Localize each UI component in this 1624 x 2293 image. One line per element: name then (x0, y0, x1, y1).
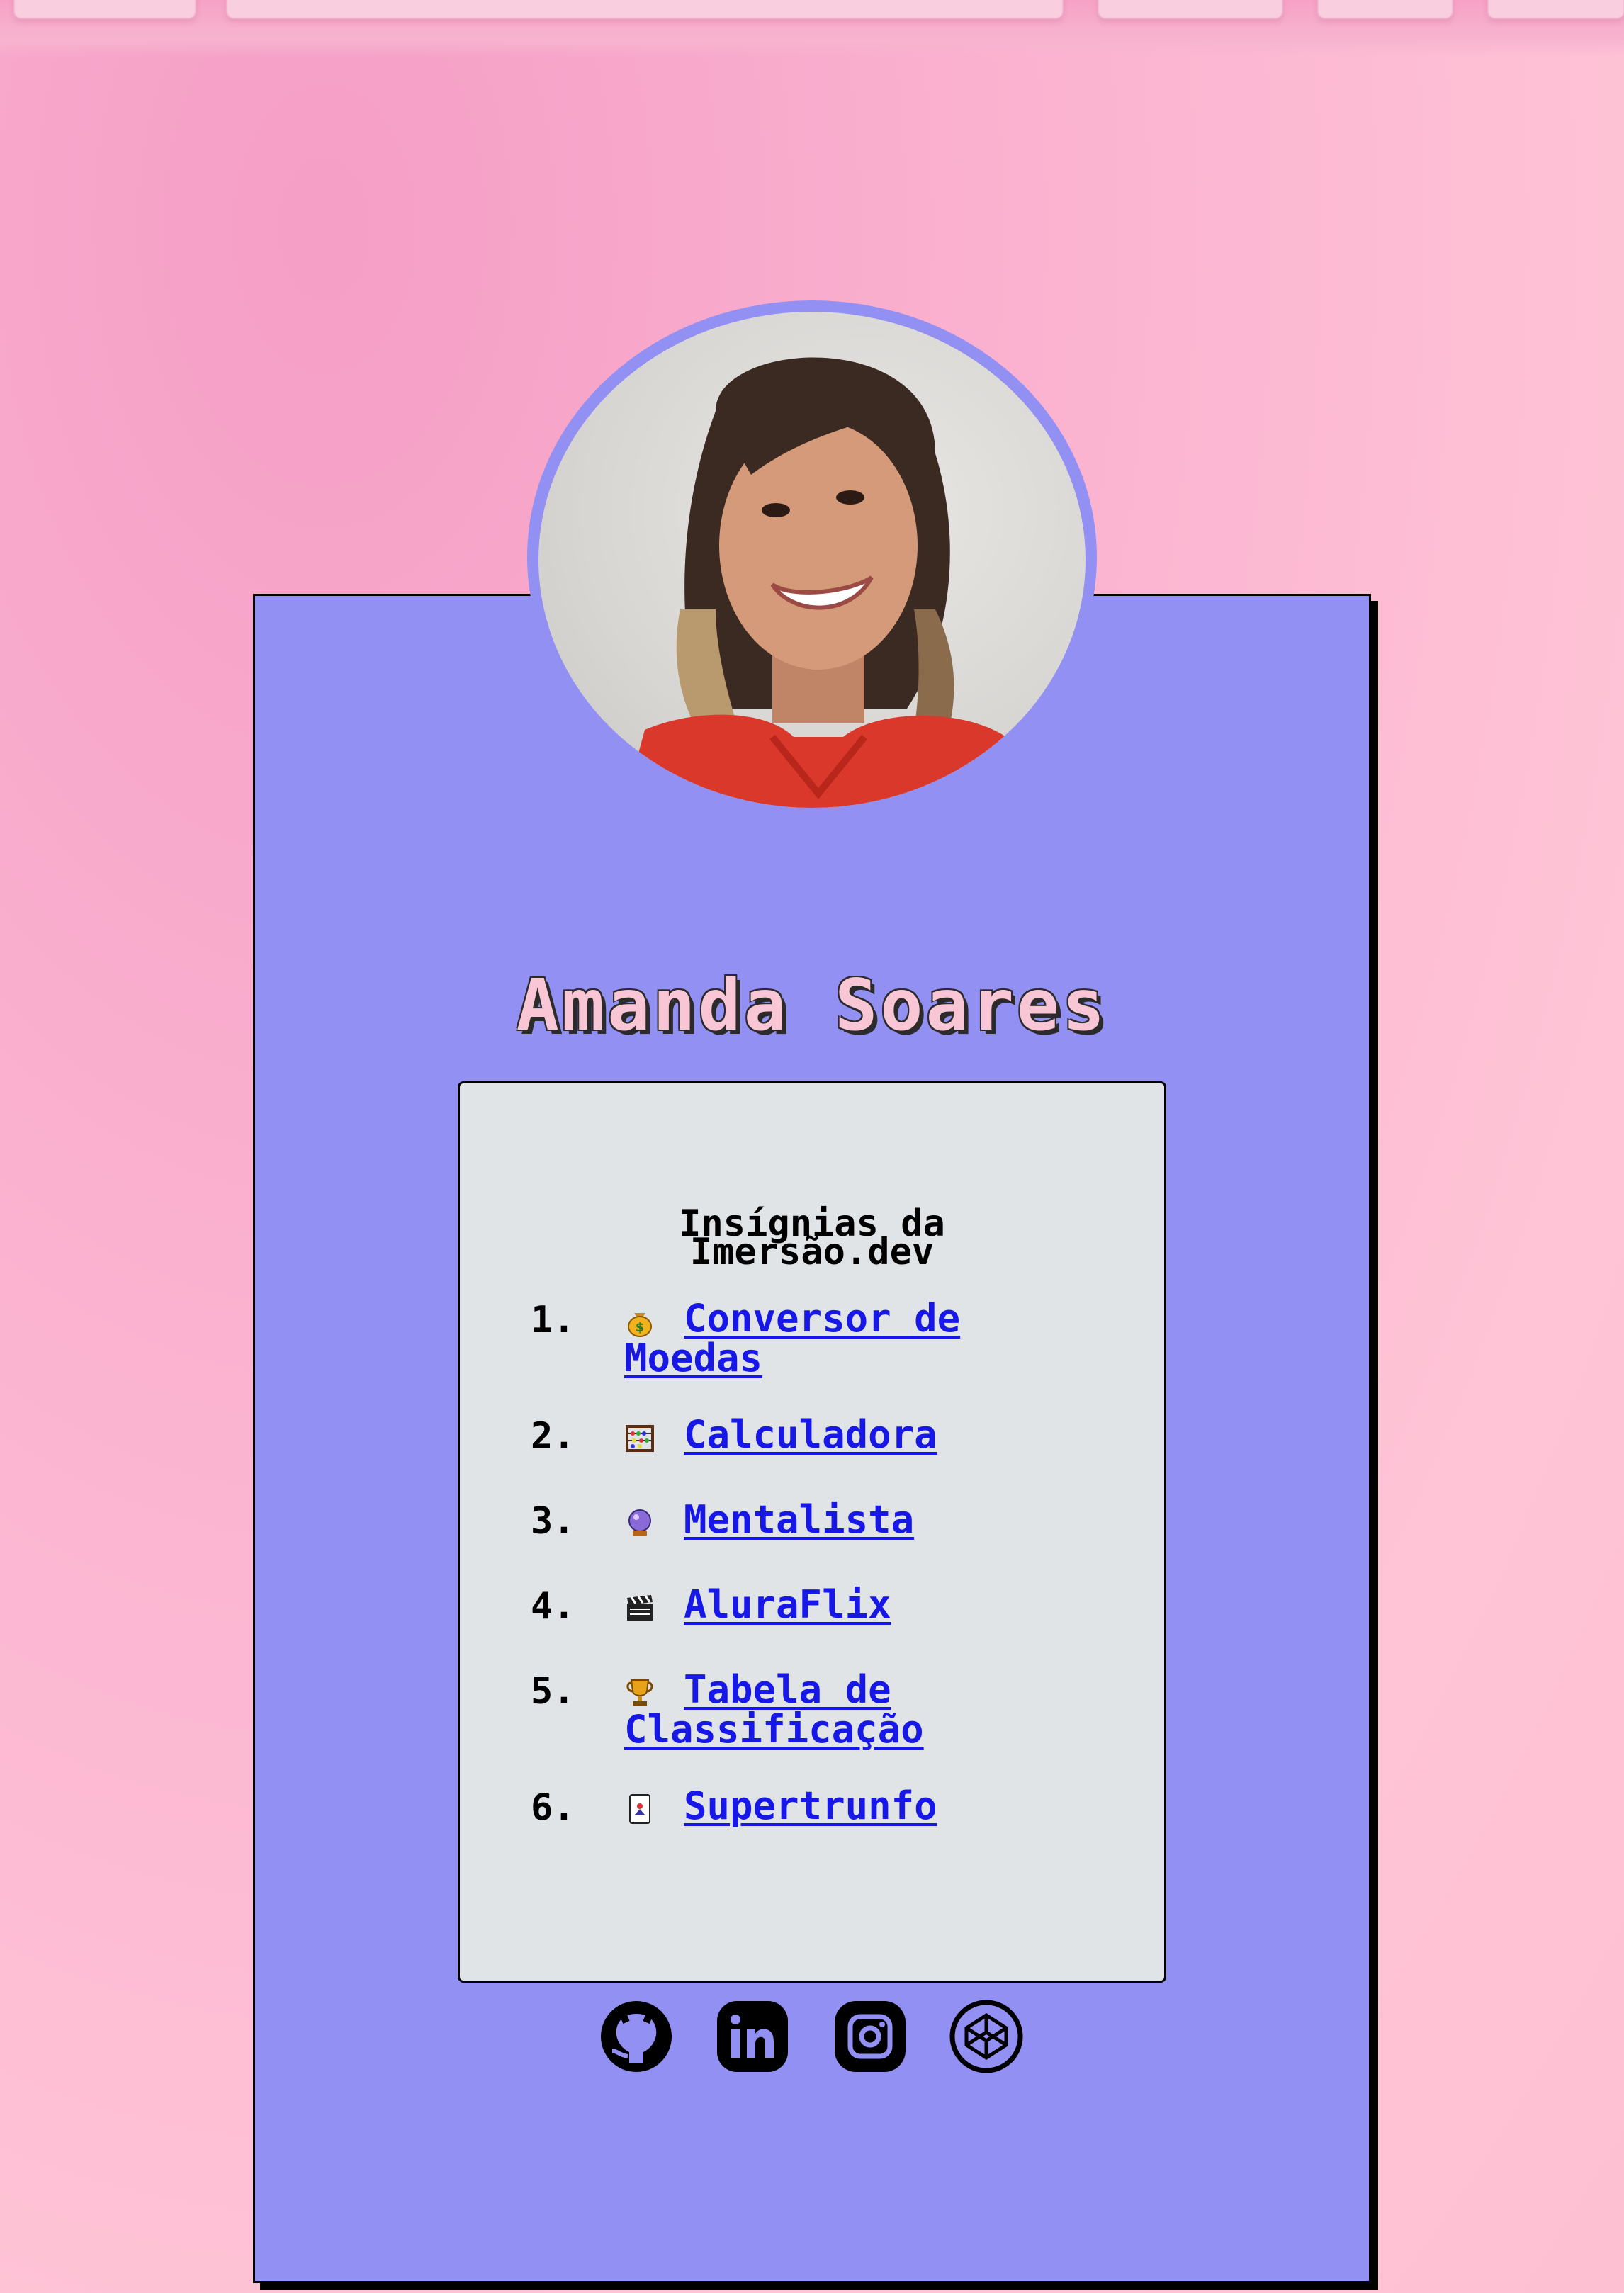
list-number: 2. (531, 1415, 575, 1458)
badge-link-tabela-classificacao[interactable]: Tabela de Classificação (624, 1670, 1064, 1750)
badge-link-aluraflix[interactable]: AluraFlix (624, 1585, 1064, 1625)
list-number: 5. (531, 1670, 575, 1713)
background-tab (1318, 0, 1453, 18)
background-tab (227, 0, 1063, 18)
playing-card-icon (629, 1794, 650, 1824)
profile-photo (624, 357, 1027, 808)
abacus-icon (626, 1425, 654, 1452)
badges-list: 1. $ Conversor de Moedas 2. Calculadora … (460, 1083, 1164, 1981)
badge-label: Conversor de Moedas (624, 1296, 961, 1380)
list-number: 3. (531, 1500, 575, 1543)
instagram-link[interactable] (832, 1998, 908, 2075)
badges-panel: Insígnias da Imersão.dev 1. $ Conversor … (458, 1081, 1166, 1983)
list-number: 4. (531, 1585, 575, 1628)
codepen-icon (949, 2000, 1023, 2073)
linkedin-icon (717, 2001, 788, 2072)
social-links (0, 1998, 1624, 2083)
instagram-icon (835, 2001, 906, 2072)
trophy-icon (626, 1679, 653, 1706)
badge-label: Supertrunfo (684, 1784, 937, 1828)
money-bag-icon: $ (628, 1313, 652, 1337)
avatar (538, 312, 1086, 808)
badge-link-calculadora[interactable]: Calculadora (624, 1415, 1064, 1455)
badge-link-conversor-moedas[interactable]: $ Conversor de Moedas (624, 1299, 1064, 1378)
badge-label: Mentalista (684, 1497, 915, 1542)
list-number: 6. (531, 1786, 575, 1829)
list-number: 1. (531, 1299, 575, 1341)
profile-name: Amanda Soares (516, 964, 1108, 1047)
github-link[interactable] (598, 1998, 675, 2075)
clapper-board-icon (627, 1595, 653, 1621)
background-tab (1488, 0, 1624, 18)
badge-label: AluraFlix (684, 1582, 891, 1627)
background-tab (1098, 0, 1282, 18)
crystal-ball-icon (628, 1509, 651, 1536)
badge-label: Calculadora (684, 1412, 937, 1457)
svg-text:$: $ (636, 1320, 645, 1335)
github-icon (601, 2001, 672, 2072)
linkedin-link[interactable] (714, 1998, 791, 2075)
background-tab (14, 0, 196, 18)
badge-link-mentalista[interactable]: Mentalista (624, 1500, 1064, 1540)
badge-link-supertrunfo[interactable]: Supertrunfo (624, 1786, 1064, 1826)
badge-label: Tabela de Classificação (624, 1667, 924, 1752)
codepen-link[interactable] (948, 1998, 1025, 2075)
top-strip (0, 0, 1624, 57)
